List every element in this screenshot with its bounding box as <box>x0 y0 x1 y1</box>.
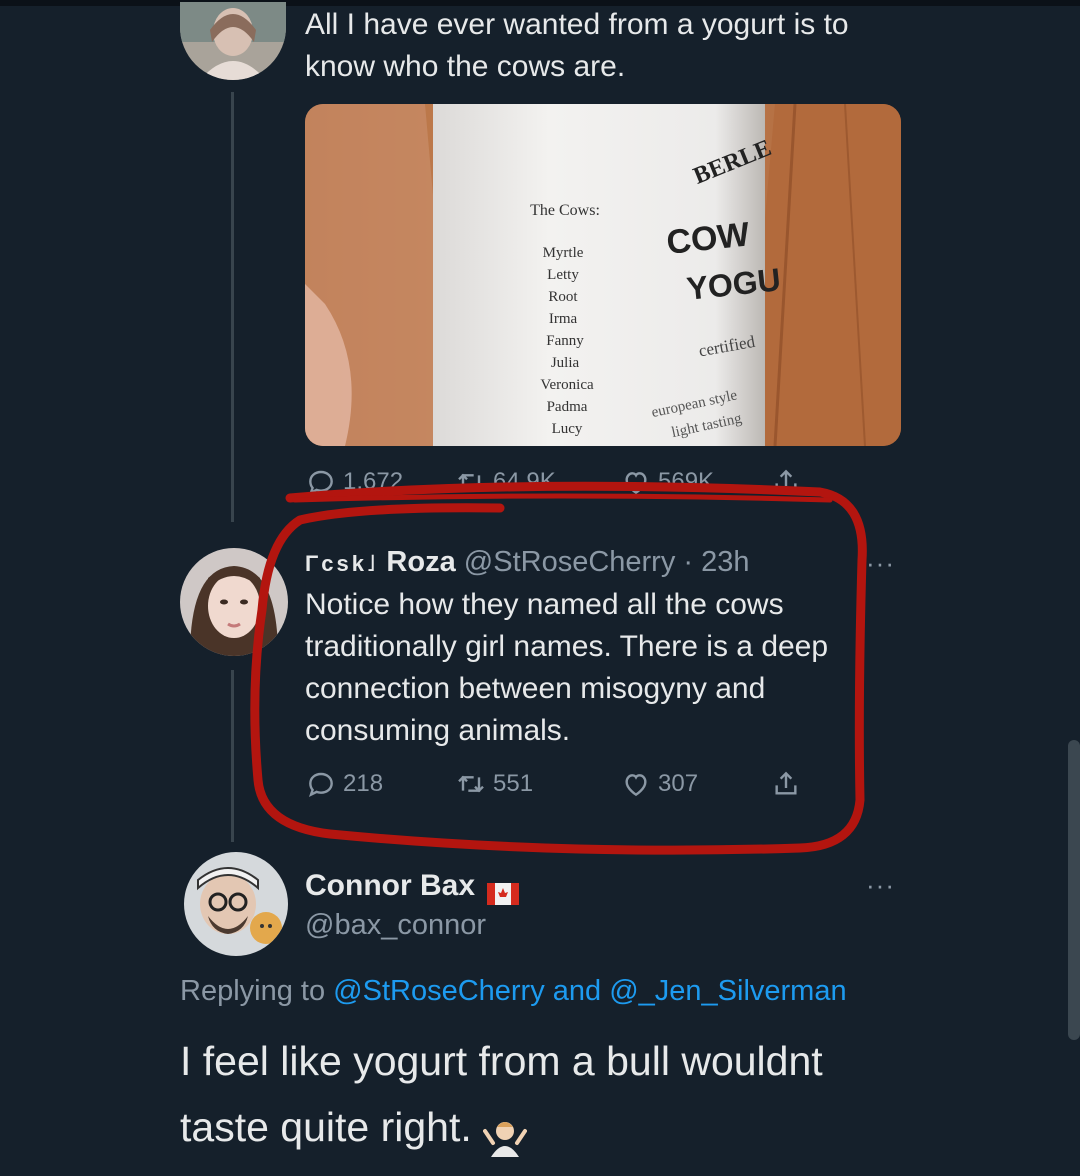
share-button[interactable] <box>770 768 802 800</box>
roza-text-line: traditionally girl names. There is a dee… <box>305 630 829 663</box>
connor-display-name[interactable]: Connor Bax <box>305 869 475 902</box>
share-icon <box>775 771 797 795</box>
reply-icon <box>308 772 333 798</box>
scrollbar[interactable] <box>1068 740 1080 1040</box>
connor-more-button[interactable]: ··· <box>866 870 895 901</box>
canada-flag-icon <box>487 874 520 906</box>
retweet-count: 64.9K <box>493 468 556 495</box>
avatar-original-author[interactable] <box>180 2 286 80</box>
roza-header: Γcsk˩ Roza @StRoseCherry · 23h <box>305 540 750 586</box>
reply-count: 1,672 <box>343 468 404 495</box>
like-count: 569K <box>658 468 715 495</box>
avatar-roza[interactable] <box>180 548 288 656</box>
like-icon <box>625 774 647 797</box>
cow-name: Julia <box>551 355 580 371</box>
avatar-connor-bax[interactable] <box>184 852 288 956</box>
retweet-button[interactable]: 551 <box>455 768 620 800</box>
photo-label-heading: The Cows: <box>530 202 600 219</box>
original-tweet-actions: 1,672 64.9K 569K <box>305 462 802 502</box>
retweet-icon <box>458 473 484 491</box>
cow-name: Padma <box>547 399 588 415</box>
thread-line <box>231 670 234 842</box>
retweet-count: 551 <box>493 770 534 797</box>
replying-and: and <box>544 975 610 1007</box>
original-tweet-line: know who the cows are. <box>305 50 626 83</box>
reply-button[interactable]: 218 <box>305 768 455 800</box>
reply-button[interactable]: 1,672 <box>305 466 455 498</box>
cow-name: Veronica <box>540 377 594 393</box>
roza-text-line: Notice how they named all the cows <box>305 588 784 621</box>
cow-name: Letty <box>547 267 579 283</box>
cow-name: Root <box>548 289 578 305</box>
mention-strosecherry[interactable]: @StRoseCherry <box>333 975 545 1007</box>
cow-name: Lucy <box>552 421 583 437</box>
share-button[interactable] <box>770 466 802 498</box>
like-count: 307 <box>658 770 699 797</box>
share-icon <box>775 469 797 493</box>
retweet-button[interactable]: 64.9K <box>455 466 620 498</box>
replying-prefix: Replying to <box>180 975 334 1007</box>
cow-name: Myrtle <box>543 245 584 261</box>
like-button[interactable]: 569K <box>620 466 770 498</box>
thread-line <box>231 92 234 522</box>
reply-count: 218 <box>343 770 384 797</box>
connor-text-line: taste quite right. <box>180 1104 484 1150</box>
roza-name-prefix: Γcsk˩ <box>305 551 379 576</box>
roza-handle-time[interactable]: @StRoseCherry · 23h <box>464 546 750 578</box>
connor-tweet-text: I feel like yogurt from a bull wouldnt t… <box>180 1028 1020 1160</box>
reply-icon <box>308 470 333 496</box>
mention-jen-silverman[interactable]: @_Jen_Silverman <box>609 975 846 1007</box>
shrug-emoji <box>483 1110 528 1158</box>
replying-to-line: Replying to @StRoseCherry and @_Jen_Silv… <box>180 970 847 1012</box>
connor-header: Connor Bax <box>305 864 520 908</box>
connor-text-line: I feel like yogurt from a bull wouldnt <box>180 1038 823 1084</box>
cow-name: Fanny <box>546 333 584 349</box>
like-button[interactable]: 307 <box>620 768 770 800</box>
roza-more-button[interactable]: ··· <box>866 548 895 579</box>
roza-text-line: connection between misogyny and <box>305 672 766 705</box>
original-tweet-line: All I have ever wanted from a yogurt is … <box>305 8 849 41</box>
connor-text-line-2: taste quite right. <box>180 1094 1020 1160</box>
connor-handle[interactable]: @bax_connor <box>305 904 486 946</box>
retweet-icon <box>458 775 484 793</box>
roza-tweet-actions: 218 551 307 <box>305 764 802 804</box>
cow-name: Irma <box>549 311 578 327</box>
like-icon <box>625 472 647 495</box>
original-tweet-text: All I have ever wanted from a yogurt is … <box>305 4 849 88</box>
roza-tweet-text: Notice how they named all the cows tradi… <box>305 584 865 752</box>
roza-text-line: consuming animals. <box>305 714 571 747</box>
tweet-photo[interactable]: The Cows: Myrtle Letty Root Irma Fanny J… <box>305 104 901 446</box>
roza-display-name[interactable]: Roza <box>386 546 455 578</box>
